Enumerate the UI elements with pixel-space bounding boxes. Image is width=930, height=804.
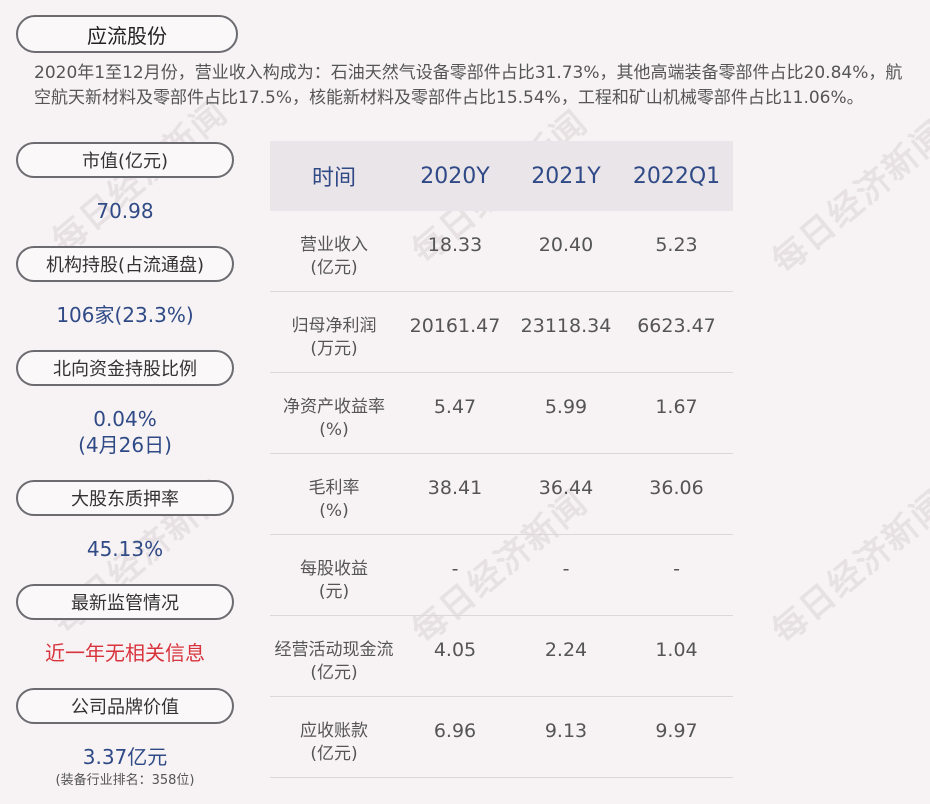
table-row: 营业收入 (亿元) 18.33 20.40 5.23 [270, 211, 733, 292]
table-cell: 1.67 [655, 396, 698, 418]
financial-table: 时间 2020Y 2021Y 2022Q1 营业收入 (亿元) 18.33 20.… [270, 141, 733, 778]
table-row: 毛利率 (%) 38.41 36.44 36.06 [270, 454, 733, 535]
pledge-label: 大股东质押率 [16, 480, 234, 516]
row-name: 归母净利润 [291, 316, 377, 336]
market-cap-value: 70.98 [96, 199, 154, 223]
table-header: 时间 2020Y 2021Y 2022Q1 [270, 141, 733, 211]
header-cell: 2022Q1 [632, 163, 721, 189]
table-cell: 1.04 [655, 639, 698, 661]
watermark: 每日经济新闻 [764, 482, 930, 652]
row-name: 每股收益 [300, 559, 368, 579]
table-cell: 4.05 [433, 639, 477, 661]
table-row: 净资产收益率 (%) 5.47 5.99 1.67 [270, 373, 733, 454]
northbound-value: 0.04% [93, 407, 157, 431]
table-cell: 20161.47 [409, 315, 501, 337]
table-row: 应收账款 (亿元) 6.96 9.13 9.97 [270, 697, 733, 778]
table-cell: 18.33 [427, 234, 483, 256]
table-cell: - [451, 558, 459, 580]
table-cell: 5.23 [655, 234, 698, 256]
table-cell: 5.47 [433, 396, 477, 418]
regulation-value: 近一年无相关信息 [45, 641, 205, 665]
brand-rank-note: (装备行业排名：358位) [55, 773, 195, 788]
header-cell: 时间 [311, 166, 356, 191]
row-unit: (元) [318, 582, 350, 602]
row-unit: (万元) [310, 339, 358, 359]
table-cell: 23118.34 [520, 315, 612, 337]
table-cell: 36.06 [649, 477, 704, 499]
pledge-value: 45.13% [86, 537, 164, 561]
table-cell: 38.41 [427, 477, 483, 499]
regulation-label: 最新监管情况 [16, 584, 234, 620]
table-row: 经营活动现金流 (亿元) 4.05 2.24 1.04 [270, 616, 733, 697]
institutions-value: 106家(23.3%) [56, 303, 194, 327]
table-cell: 6.96 [433, 720, 477, 742]
table-cell: - [562, 558, 570, 580]
row-name: 经营活动现金流 [274, 640, 394, 660]
table-cell: 5.99 [544, 396, 588, 418]
market-cap-label: 市值(亿元) [16, 142, 234, 178]
table-cell: 6623.47 [637, 315, 716, 337]
revenue-summary: 2020年1至12月份，营业收入构成为：石油天然气设备零部件占比31.73%，其… [34, 63, 903, 108]
table-cell: 2.24 [544, 639, 588, 661]
header-cell: 2020Y [420, 163, 490, 189]
institutions-label: 机构持股(占流通盘) [16, 246, 234, 282]
table-row: 归母净利润 (万元) 20161.47 23118.34 6623.47 [270, 292, 733, 373]
row-name: 营业收入 [300, 235, 368, 255]
table-row: 每股收益 (元) - - - [270, 535, 733, 616]
company-title: 应流股份 [16, 15, 238, 53]
northbound-label: 北向资金持股比例 [16, 350, 234, 386]
brand-value: 3.37亿元 [82, 745, 168, 769]
table-cell: - [673, 558, 680, 580]
table-cell: 9.97 [655, 720, 698, 742]
row-unit: (亿元) [310, 663, 358, 683]
table-cell: 20.40 [538, 234, 594, 256]
row-unit: (亿元) [310, 258, 358, 278]
row-name: 毛利率 [308, 478, 360, 498]
row-unit: (%) [319, 420, 349, 440]
row-name: 净资产收益率 [283, 397, 385, 417]
brand-label: 公司品牌价值 [16, 688, 234, 724]
table-cell: 36.44 [538, 477, 594, 499]
row-unit: (%) [319, 501, 349, 521]
header-cell: 2021Y [531, 163, 601, 189]
table-cell: 9.13 [544, 720, 588, 742]
watermark: 每日经济新闻 [764, 112, 930, 282]
row-name: 应收账款 [300, 721, 368, 741]
row-unit: (亿元) [310, 744, 358, 764]
northbound-date: (4月26日) [78, 433, 172, 457]
